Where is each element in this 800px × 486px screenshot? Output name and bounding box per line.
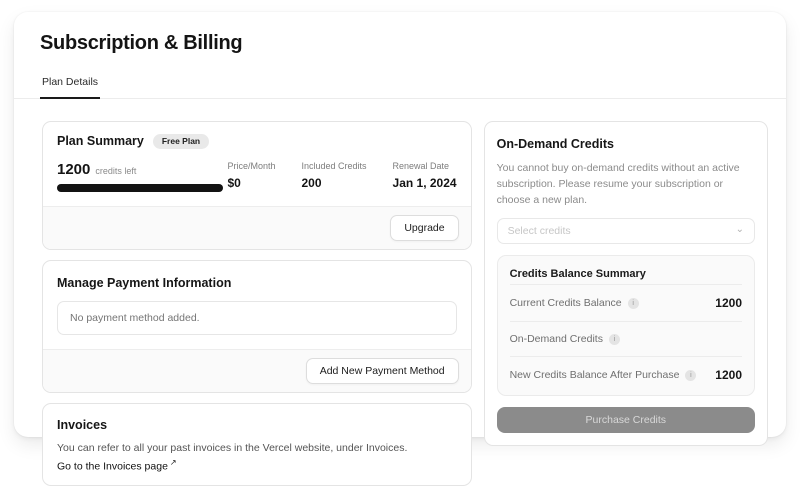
tab-bar: Plan Details: [14, 72, 786, 99]
billing-panel: Subscription & Billing Plan Details Plan…: [14, 12, 786, 437]
plan-summary-header: Plan Summary Free Plan: [43, 122, 471, 151]
summary-row-label-text: Current Credits Balance: [510, 297, 622, 309]
stat-renewal-date: Renewal Date Jan 1, 2024: [393, 161, 457, 190]
summary-row-value: 1200: [715, 368, 742, 382]
plan-stats: Price/Month $0 Included Credits 200 Rene…: [227, 159, 456, 190]
stat-value: 200: [301, 176, 366, 190]
credits-progress-fill: [57, 184, 223, 192]
summary-row-on-demand: On-Demand Credits i: [510, 321, 742, 356]
credits-left-label: credits left: [95, 166, 136, 176]
credits-left-value: 1200: [57, 161, 90, 178]
payment-footer: Add New Payment Method: [43, 349, 471, 392]
select-credits-placeholder: Select credits: [508, 225, 571, 237]
content-area: Plan Summary Free Plan 1200 credits left: [14, 99, 786, 486]
on-demand-credits-card: On-Demand Credits You cannot buy on-dema…: [484, 121, 768, 446]
plan-summary-title: Plan Summary: [57, 134, 144, 148]
summary-row-label: New Credits Balance After Purchase i: [510, 369, 697, 381]
invoices-card: Invoices You can refer to all your past …: [42, 403, 472, 486]
credits-left-line: 1200 credits left: [57, 161, 223, 178]
left-column: Plan Summary Free Plan 1200 credits left: [42, 121, 472, 486]
invoices-title: Invoices: [57, 418, 107, 432]
summary-row-label: On-Demand Credits i: [510, 333, 620, 345]
tab-plan-details[interactable]: Plan Details: [40, 72, 100, 99]
info-icon[interactable]: i: [685, 370, 696, 381]
payment-header: Manage Payment Information: [43, 261, 471, 301]
select-credits-dropdown[interactable]: Select credits ⌄: [497, 218, 755, 244]
summary-row-value: 1200: [715, 296, 742, 310]
plan-summary-card: Plan Summary Free Plan 1200 credits left: [42, 121, 472, 250]
on-demand-title: On-Demand Credits: [497, 137, 614, 151]
payment-card: Manage Payment Information No payment me…: [42, 260, 472, 393]
chevron-down-icon: ⌄: [736, 225, 744, 235]
plan-summary-footer: Upgrade: [43, 206, 471, 249]
invoices-link-label[interactable]: Go to the Invoices page: [57, 460, 168, 472]
right-column: On-Demand Credits You cannot buy on-dema…: [484, 121, 768, 486]
credits-left-block: 1200 credits left: [57, 159, 223, 192]
stat-label: Renewal Date: [393, 161, 457, 171]
plan-summary-body: 1200 credits left Price/Month $0: [43, 151, 471, 206]
info-icon[interactable]: i: [609, 334, 620, 345]
stat-value: Jan 1, 2024: [393, 176, 457, 190]
upgrade-button[interactable]: Upgrade: [390, 215, 458, 241]
stat-label: Price/Month: [227, 161, 275, 171]
credits-balance-summary: Credits Balance Summary Current Credits …: [497, 255, 755, 396]
stat-label: Included Credits: [301, 161, 366, 171]
info-icon[interactable]: i: [628, 298, 639, 309]
no-payment-method-box: No payment method added.: [57, 301, 457, 335]
page-title: Subscription & Billing: [14, 22, 786, 55]
stat-price-month: Price/Month $0: [227, 161, 275, 190]
add-payment-method-button[interactable]: Add New Payment Method: [306, 358, 459, 384]
plan-badge: Free Plan: [153, 134, 209, 149]
purchase-credits-button[interactable]: Purchase Credits: [497, 407, 755, 433]
invoices-body: Invoices You can refer to all your past …: [43, 404, 471, 486]
payment-title: Manage Payment Information: [57, 276, 231, 290]
stat-value: $0: [227, 176, 275, 190]
summary-row-new-balance: New Credits Balance After Purchase i 120…: [510, 356, 742, 393]
on-demand-description: You cannot buy on-demand credits without…: [497, 161, 755, 208]
summary-row-current-balance: Current Credits Balance i 1200: [510, 284, 742, 321]
invoices-link[interactable]: Go to the Invoices page↗: [57, 458, 457, 473]
invoices-description: You can refer to all your past invoices …: [57, 441, 457, 456]
summary-row-label: Current Credits Balance i: [510, 297, 639, 309]
summary-row-label-text: New Credits Balance After Purchase: [510, 369, 680, 381]
stat-included-credits: Included Credits 200: [301, 161, 366, 190]
external-link-icon: ↗: [170, 458, 177, 467]
summary-row-label-text: On-Demand Credits: [510, 333, 603, 345]
credits-balance-summary-title: Credits Balance Summary: [510, 268, 742, 284]
credits-progress-track: [57, 184, 223, 192]
